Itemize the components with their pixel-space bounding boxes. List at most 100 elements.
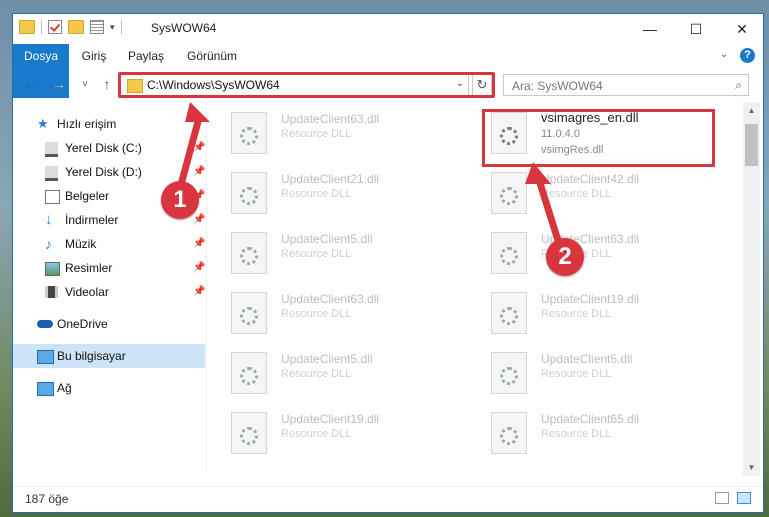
- details-view-icon[interactable]: [715, 492, 729, 504]
- file-type: Resource DLL: [281, 188, 352, 200]
- maximize-button[interactable]: ☐: [673, 14, 719, 44]
- search-box[interactable]: Ara: SysWOW64 ⌕: [503, 74, 749, 96]
- file-type: Resource DLL: [281, 428, 352, 440]
- sidebar-item-label: Ağ: [57, 381, 72, 395]
- documents-icon: [45, 190, 60, 204]
- file-item[interactable]: UpdateClient63.dll Resource DLL: [473, 226, 713, 280]
- recent-locations-button[interactable]: ˅: [75, 74, 95, 94]
- file-type: Resource DLL: [281, 248, 352, 260]
- drive-icon: [45, 166, 58, 181]
- customize-icon[interactable]: [90, 20, 104, 34]
- dll-file-icon: [231, 172, 267, 214]
- file-item[interactable]: UpdateClient19.dll Resource DLL: [473, 286, 713, 340]
- navigation-bar: ← → ˅ ↑ C:\Windows\SysWOW64 ⌄ ↻ Ara: Sys…: [13, 70, 763, 100]
- minimize-button[interactable]: —: [627, 14, 673, 44]
- computer-icon: [37, 350, 54, 364]
- sidebar-item-pictures[interactable]: Resimler 📌: [13, 256, 205, 280]
- file-item[interactable]: UpdateClient19.dll Resource DLL: [213, 406, 453, 460]
- navigation-pane: ★ Hızlı erişim Yerel Disk (C:) 📌 Yerel D…: [13, 106, 206, 476]
- music-icon: ♪: [45, 236, 52, 252]
- back-button[interactable]: ←: [21, 74, 41, 94]
- tab-share[interactable]: Paylaş: [125, 44, 167, 68]
- file-name: UpdateClient5.dll: [281, 232, 373, 246]
- file-item[interactable]: UpdateClient63.dll Resource DLL: [213, 286, 453, 340]
- sidebar-item-label: Yerel Disk (D:): [65, 165, 142, 179]
- pin-icon[interactable]: 📌: [193, 256, 205, 280]
- annotation-badge-2: 2: [546, 238, 584, 276]
- video-icon: [45, 286, 58, 298]
- file-name: UpdateClient63.dll: [281, 112, 380, 126]
- pin-icon[interactable]: 📌: [193, 232, 205, 256]
- tab-view[interactable]: Görünüm: [185, 44, 239, 68]
- scroll-down-icon[interactable]: ▼: [743, 459, 760, 476]
- file-type: Resource DLL: [281, 308, 352, 320]
- search-icon[interactable]: ⌕: [735, 78, 742, 93]
- toolbar-divider: [120, 20, 122, 34]
- file-name: UpdateClient5.dll: [281, 352, 373, 366]
- network-icon: [37, 382, 54, 396]
- sidebar-item-label: Videolar: [65, 285, 109, 299]
- file-type: Resource DLL: [281, 128, 352, 140]
- file-item[interactable]: UpdateClient5.dll Resource DLL: [473, 346, 713, 400]
- close-button[interactable]: ✕: [719, 14, 765, 44]
- file-item[interactable]: UpdateClient21.dll Resource DLL: [213, 166, 453, 220]
- file-item[interactable]: UpdateClient65.dll Resource DLL: [473, 406, 713, 460]
- dll-file-icon: [231, 112, 267, 154]
- pin-icon[interactable]: 📌: [193, 136, 205, 160]
- sidebar-item-onedrive[interactable]: OneDrive: [13, 312, 205, 336]
- scroll-up-icon[interactable]: ▲: [743, 102, 760, 119]
- dll-file-icon: [491, 292, 527, 334]
- file-type: Resource DLL: [541, 428, 612, 440]
- ribbon-tabs: Dosya Giriş Paylaş Görünüm ⌄ ?: [13, 44, 763, 98]
- large-icons-view-icon[interactable]: [737, 492, 751, 504]
- file-item[interactable]: UpdateClient5.dll Resource DLL: [213, 226, 453, 280]
- sidebar-item-label: Hızlı erişim: [57, 117, 117, 131]
- file-item[interactable]: UpdateClient42.dll Resource DLL: [473, 166, 713, 220]
- file-name: UpdateClient21.dll: [281, 172, 380, 186]
- qat-dropdown-icon[interactable]: ▾: [110, 22, 115, 33]
- sidebar-item-local-disk-c[interactable]: Yerel Disk (C:) 📌: [13, 136, 205, 160]
- cloud-icon: [37, 320, 53, 328]
- dll-file-icon: [491, 412, 527, 454]
- sidebar-item-videos[interactable]: Videolar 📌: [13, 280, 205, 304]
- sidebar-item-network[interactable]: Ağ: [13, 376, 205, 400]
- forward-button[interactable]: →: [49, 74, 69, 94]
- sidebar-item-this-pc[interactable]: Bu bilgisayar: [13, 344, 205, 368]
- new-folder-icon[interactable]: [68, 20, 84, 34]
- file-name: UpdateClient19.dll: [541, 292, 640, 306]
- up-button[interactable]: ↑: [97, 74, 117, 94]
- help-icon[interactable]: ?: [740, 48, 755, 63]
- star-icon: ★: [37, 116, 49, 131]
- dll-file-icon: [491, 352, 527, 394]
- chevron-down-icon[interactable]: ⌄: [720, 49, 728, 60]
- properties-check-icon[interactable]: [48, 20, 62, 34]
- item-count: 187 öğe: [25, 492, 69, 506]
- sidebar-item-label: Resimler: [65, 261, 113, 275]
- dll-file-icon: [491, 232, 527, 274]
- toolbar-divider: [41, 20, 42, 34]
- file-item[interactable]: UpdateClient63.dll Resource DLL: [213, 106, 453, 160]
- pin-icon[interactable]: 📌: [193, 280, 205, 304]
- sidebar-item-quick-access[interactable]: ★ Hızlı erişim: [13, 112, 205, 136]
- tab-home[interactable]: Giriş: [77, 44, 111, 68]
- sidebar-item-label: OneDrive: [57, 317, 108, 331]
- pin-icon[interactable]: 📌: [193, 160, 205, 184]
- sidebar-item-music[interactable]: ♪ Müzik 📌: [13, 232, 205, 256]
- folder-icon: [19, 20, 35, 34]
- annotation-badge-1: 1: [161, 181, 199, 219]
- scroll-thumb[interactable]: [745, 124, 758, 166]
- vertical-scrollbar[interactable]: ▲ ▼: [743, 102, 760, 476]
- pictures-icon: [45, 262, 60, 276]
- drive-icon: [45, 142, 58, 157]
- file-type: Resource DLL: [541, 188, 612, 200]
- explorer-window: ▾ SysWOW64 — ☐ ✕ Dosya Giriş Paylaş Görü…: [12, 13, 764, 513]
- file-name: UpdateClient5.dll: [541, 352, 633, 366]
- quick-access-toolbar: ▾: [19, 20, 122, 34]
- file-item[interactable]: UpdateClient5.dll Resource DLL: [213, 346, 453, 400]
- annotation-highlight-file: [482, 109, 715, 167]
- sidebar-item-label: Bu bilgisayar: [57, 349, 126, 363]
- sidebar-item-label: İndirmeler: [65, 213, 119, 227]
- dll-file-icon: [231, 412, 267, 454]
- pane-divider[interactable]: [206, 102, 207, 474]
- file-type: Resource DLL: [541, 308, 612, 320]
